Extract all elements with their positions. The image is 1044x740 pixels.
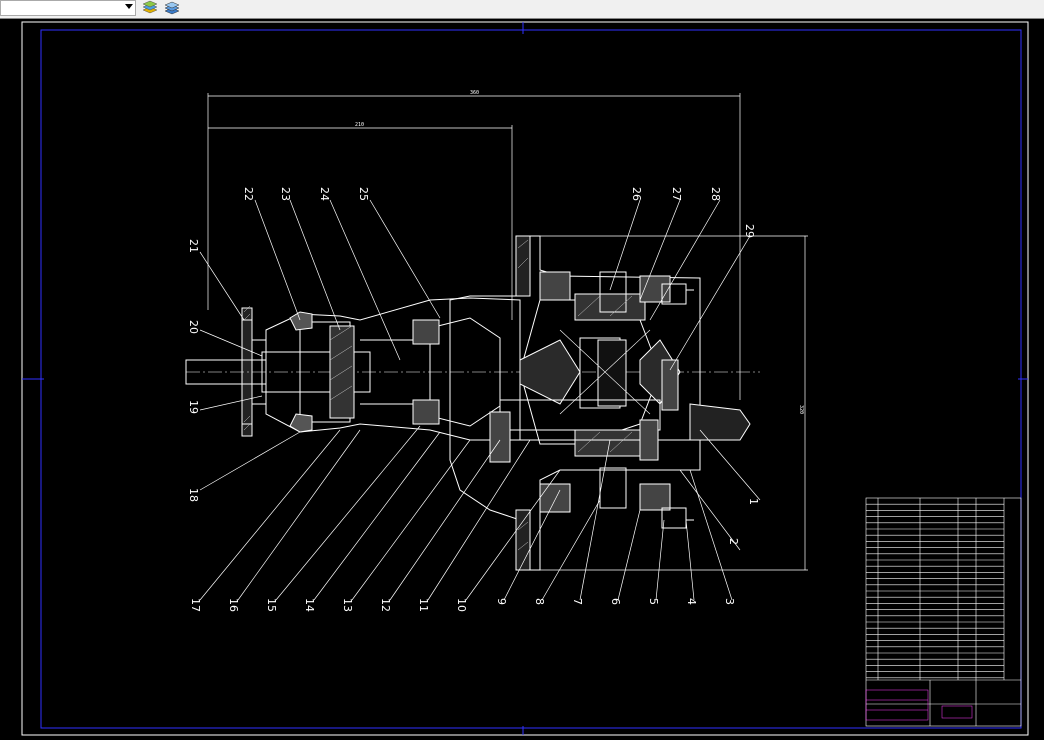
part-number-12: 12 bbox=[379, 598, 392, 612]
toolbar bbox=[0, 0, 1044, 19]
part-number-15: 15 bbox=[265, 598, 278, 612]
part-number-17: 17 bbox=[189, 598, 202, 612]
dimensions bbox=[207, 93, 808, 571]
part-number-18: 18 bbox=[187, 488, 200, 502]
layer-states-icon[interactable] bbox=[141, 0, 159, 16]
title-block-magenta bbox=[865, 689, 973, 721]
title-block bbox=[865, 497, 1022, 727]
dim-height: 320 bbox=[798, 405, 804, 414]
part-number-19: 19 bbox=[187, 400, 200, 414]
part-number-7: 7 bbox=[571, 598, 584, 605]
layer-dropdown[interactable] bbox=[0, 0, 136, 16]
part-number-9: 9 bbox=[495, 598, 508, 605]
part-number-16: 16 bbox=[227, 598, 240, 612]
part-number-13: 13 bbox=[341, 598, 354, 612]
part-number-29: 29 bbox=[743, 224, 756, 238]
dim-upper: 210 bbox=[355, 122, 364, 128]
part-number-23: 23 bbox=[279, 187, 292, 201]
part-number-27: 27 bbox=[670, 187, 683, 201]
hatching bbox=[243, 239, 633, 551]
assembly-section bbox=[185, 235, 760, 571]
part-number-20: 20 bbox=[187, 320, 200, 334]
part-number-21: 21 bbox=[187, 239, 200, 253]
part-number-28: 28 bbox=[709, 187, 722, 201]
part-number-14: 14 bbox=[303, 598, 316, 612]
part-number-5: 5 bbox=[647, 598, 660, 605]
part-number-11: 11 bbox=[417, 598, 430, 612]
part-number-25: 25 bbox=[357, 187, 370, 201]
chevron-down-icon[interactable] bbox=[125, 4, 133, 9]
part-number-2: 2 bbox=[727, 538, 740, 545]
drawing-canvas[interactable]: 360 210 320 22 23 24 25 26 27 28 29 21 2… bbox=[0, 19, 1044, 740]
dim-overall: 360 bbox=[470, 90, 479, 96]
part-number-3: 3 bbox=[723, 598, 736, 605]
layer-stack-icon[interactable] bbox=[163, 0, 181, 16]
part-number-8: 8 bbox=[533, 598, 546, 605]
cad-drawing: 360 210 320 22 23 24 25 26 27 28 29 21 2… bbox=[21, 21, 1029, 736]
part-number-1: 1 bbox=[747, 498, 760, 505]
part-number-22: 22 bbox=[242, 187, 255, 201]
part-number-4: 4 bbox=[685, 598, 698, 605]
part-number-24: 24 bbox=[318, 187, 331, 201]
part-number-26: 26 bbox=[630, 187, 643, 201]
part-number-6: 6 bbox=[609, 598, 622, 605]
part-number-10: 10 bbox=[455, 598, 468, 612]
